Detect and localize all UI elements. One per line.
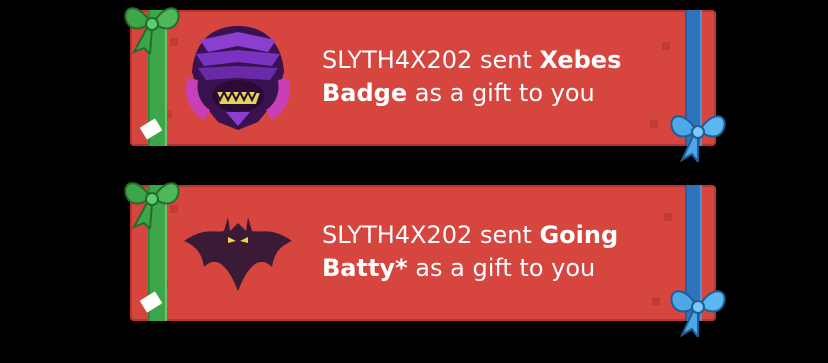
bat-icon [184, 217, 292, 291]
verb-text: sent [479, 221, 532, 249]
pixel-decoration [650, 120, 658, 128]
green-bow-icon [124, 182, 180, 229]
blue-bow-icon [670, 115, 726, 162]
pixel-decoration [662, 42, 670, 50]
suffix-text: as a gift to you [414, 79, 595, 107]
blue-bow-icon [670, 290, 726, 337]
pixel-decoration [664, 213, 672, 221]
sender-name: SLYTH4X202 [322, 221, 473, 249]
notification-message: SLYTH4X202 sent Xebes Badge as a gift to… [322, 44, 652, 110]
suffix-text: as a gift to you [415, 254, 596, 282]
notification-message: SLYTH4X202 sent Going Batty* as a gift t… [322, 219, 652, 285]
verb-text: sent [479, 46, 532, 74]
gift-notification[interactable]: SLYTH4X202 sent Going Batty* as a gift t… [124, 182, 726, 337]
pixel-decoration [652, 297, 660, 305]
xebes-badge-icon [185, 26, 291, 130]
sender-name: SLYTH4X202 [322, 46, 473, 74]
green-bow-icon [124, 7, 180, 54]
gift-notification[interactable]: SLYTH4X202 sent Xebes Badge as a gift to… [124, 7, 726, 162]
